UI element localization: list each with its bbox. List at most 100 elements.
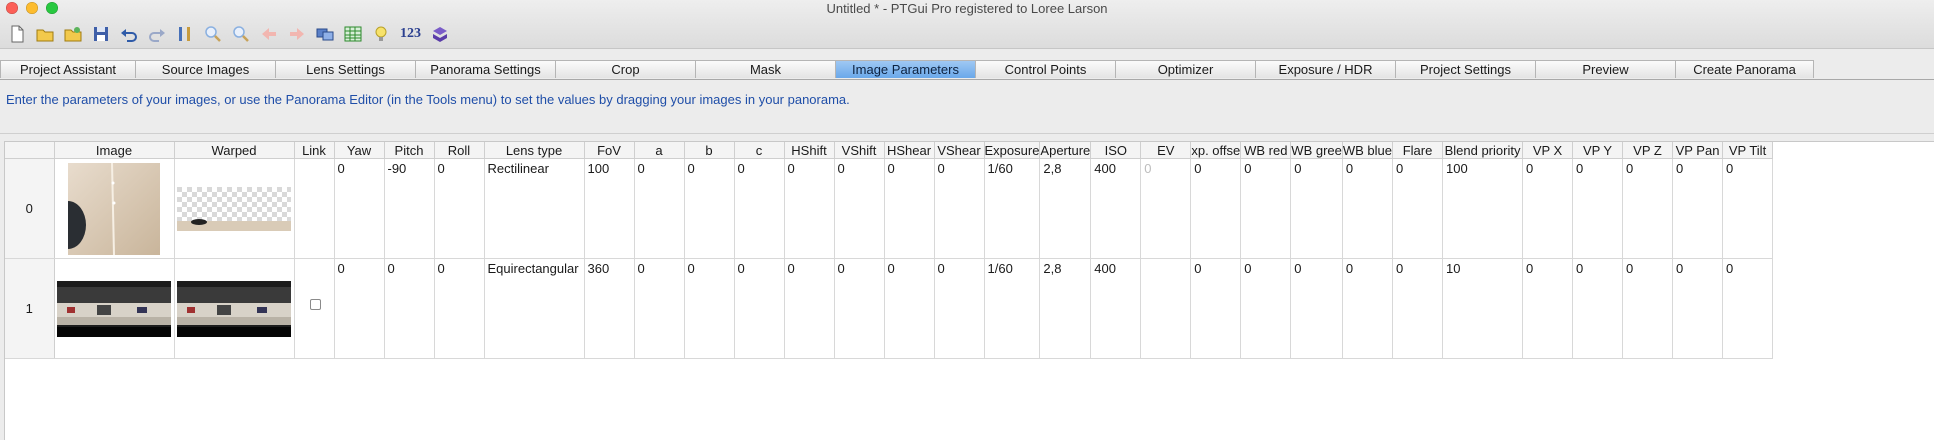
hshift-cell[interactable]: 0 (784, 258, 835, 359)
fov-cell[interactable]: 100 (584, 158, 635, 259)
link-cell[interactable] (294, 258, 335, 359)
iso-cell[interactable]: 400 (1090, 158, 1142, 259)
open-recent-button[interactable] (62, 23, 84, 45)
zoom-in-button[interactable] (202, 23, 224, 45)
col-header-lens-type[interactable]: Lens type (484, 142, 585, 159)
vp-z-cell[interactable]: 0 (1622, 258, 1674, 359)
col-header-exp-offset[interactable]: xp. offse (1190, 142, 1242, 159)
vp-x-cell[interactable]: 0 (1522, 258, 1574, 359)
vp-pan-cell[interactable]: 0 (1672, 158, 1724, 259)
exp-offset-cell[interactable]: 0 (1190, 158, 1242, 259)
col-header-pitch[interactable]: Pitch (384, 142, 435, 159)
b-cell[interactable]: 0 (684, 258, 735, 359)
wb-blue-cell[interactable]: 0 (1342, 258, 1394, 359)
col-header-wb-blue[interactable]: WB blue (1342, 142, 1394, 159)
wb-red-cell[interactable]: 0 (1240, 158, 1292, 259)
new-document-button[interactable] (6, 23, 28, 45)
tab-mask[interactable]: Mask (695, 60, 835, 78)
wb-green-cell[interactable]: 0 (1290, 258, 1343, 359)
flare-cell[interactable]: 0 (1392, 258, 1444, 359)
table-row[interactable]: 1 0 0 0 Equirectangular 360 0 0 0 0 0 0 … (5, 258, 1774, 359)
exposure-cell[interactable]: 1/60 (984, 258, 1041, 359)
tools-button[interactable] (174, 23, 196, 45)
wb-green-cell[interactable]: 0 (1290, 158, 1343, 259)
tab-panorama-settings[interactable]: Panorama Settings (415, 60, 555, 78)
image-thumbnail-cell[interactable] (54, 158, 175, 259)
vshift-cell[interactable]: 0 (834, 158, 885, 259)
col-header-aperture[interactable]: Aperture (1039, 142, 1092, 159)
tab-image-parameters[interactable]: Image Parameters (835, 60, 975, 78)
c-cell[interactable]: 0 (734, 158, 785, 259)
tab-project-assistant[interactable]: Project Assistant (0, 60, 135, 78)
col-header-exposure[interactable]: Exposure (984, 142, 1041, 159)
tab-create-panorama[interactable]: Create Panorama (1675, 60, 1814, 78)
col-header-wb-red[interactable]: WB red (1240, 142, 1292, 159)
tab-preview[interactable]: Preview (1535, 60, 1675, 78)
lens-type-cell[interactable]: Equirectangular (484, 258, 585, 359)
table-button[interactable] (342, 23, 364, 45)
c-cell[interactable]: 0 (734, 258, 785, 359)
open-button[interactable] (34, 23, 56, 45)
vshear-cell[interactable]: 0 (934, 258, 985, 359)
col-header-flare[interactable]: Flare (1392, 142, 1444, 159)
hshear-cell[interactable]: 0 (884, 258, 935, 359)
image-thumbnail-cell[interactable] (54, 258, 175, 359)
tab-crop[interactable]: Crop (555, 60, 695, 78)
col-header-fov[interactable]: FoV (584, 142, 635, 159)
col-header-vshear[interactable]: VShear (934, 142, 985, 159)
aperture-cell[interactable]: 2,8 (1039, 158, 1092, 259)
tab-optimizer[interactable]: Optimizer (1115, 60, 1255, 78)
row-index[interactable]: 1 (5, 258, 55, 359)
col-header-roll[interactable]: Roll (434, 142, 485, 159)
hshift-cell[interactable]: 0 (784, 158, 835, 259)
pitch-cell[interactable]: -90 (384, 158, 435, 259)
redo-button[interactable] (146, 23, 168, 45)
numeric-transform-button[interactable]: 123 (398, 23, 423, 45)
vp-z-cell[interactable]: 0 (1622, 158, 1674, 259)
col-header-blend-priority[interactable]: Blend priority (1442, 142, 1524, 159)
warped-thumbnail-cell[interactable] (174, 158, 295, 259)
vp-tilt-cell[interactable]: 0 (1722, 158, 1774, 259)
ev-cell[interactable]: 0 (1140, 158, 1192, 259)
col-header-c[interactable]: c (734, 142, 785, 159)
exposure-cell[interactable]: 1/60 (984, 158, 1041, 259)
lens-type-cell[interactable]: Rectilinear (484, 158, 585, 259)
wb-blue-cell[interactable]: 0 (1342, 158, 1394, 259)
exp-offset-cell[interactable]: 0 (1190, 258, 1242, 359)
flare-cell[interactable]: 0 (1392, 158, 1444, 259)
col-header-vp-pan[interactable]: VP Pan (1672, 142, 1724, 159)
link-cell[interactable] (294, 158, 335, 259)
col-header-yaw[interactable]: Yaw (334, 142, 385, 159)
col-header-image[interactable]: Image (54, 142, 175, 159)
vp-y-cell[interactable]: 0 (1572, 258, 1624, 359)
batch-button[interactable] (429, 23, 451, 45)
ev-cell[interactable] (1140, 258, 1192, 359)
vp-tilt-cell[interactable]: 0 (1722, 258, 1774, 359)
panorama-editor-button[interactable] (314, 23, 336, 45)
col-header-a[interactable]: a (634, 142, 685, 159)
blend-priority-cell[interactable]: 100 (1442, 158, 1524, 259)
vp-pan-cell[interactable]: 0 (1672, 258, 1724, 359)
col-header-vshift[interactable]: VShift (834, 142, 885, 159)
undo-button[interactable] (118, 23, 140, 45)
col-header-warped[interactable]: Warped (174, 142, 295, 159)
forward-button[interactable] (286, 23, 308, 45)
vshift-cell[interactable]: 0 (834, 258, 885, 359)
zoom-out-button[interactable] (230, 23, 252, 45)
hshear-cell[interactable]: 0 (884, 158, 935, 259)
back-button[interactable] (258, 23, 280, 45)
pitch-cell[interactable]: 0 (384, 258, 435, 359)
iso-cell[interactable]: 400 (1090, 258, 1142, 359)
col-header-link[interactable]: Link (294, 142, 335, 159)
tab-lens-settings[interactable]: Lens Settings (275, 60, 415, 78)
col-header-b[interactable]: b (684, 142, 735, 159)
tab-project-settings[interactable]: Project Settings (1395, 60, 1535, 78)
a-cell[interactable]: 0 (634, 258, 685, 359)
link-checkbox[interactable] (310, 299, 321, 310)
b-cell[interactable]: 0 (684, 158, 735, 259)
yaw-cell[interactable]: 0 (334, 158, 385, 259)
yaw-cell[interactable]: 0 (334, 258, 385, 359)
aperture-cell[interactable]: 2,8 (1039, 258, 1092, 359)
col-header-vp-z[interactable]: VP Z (1622, 142, 1674, 159)
col-header-wb-green[interactable]: WB gree (1290, 142, 1343, 159)
